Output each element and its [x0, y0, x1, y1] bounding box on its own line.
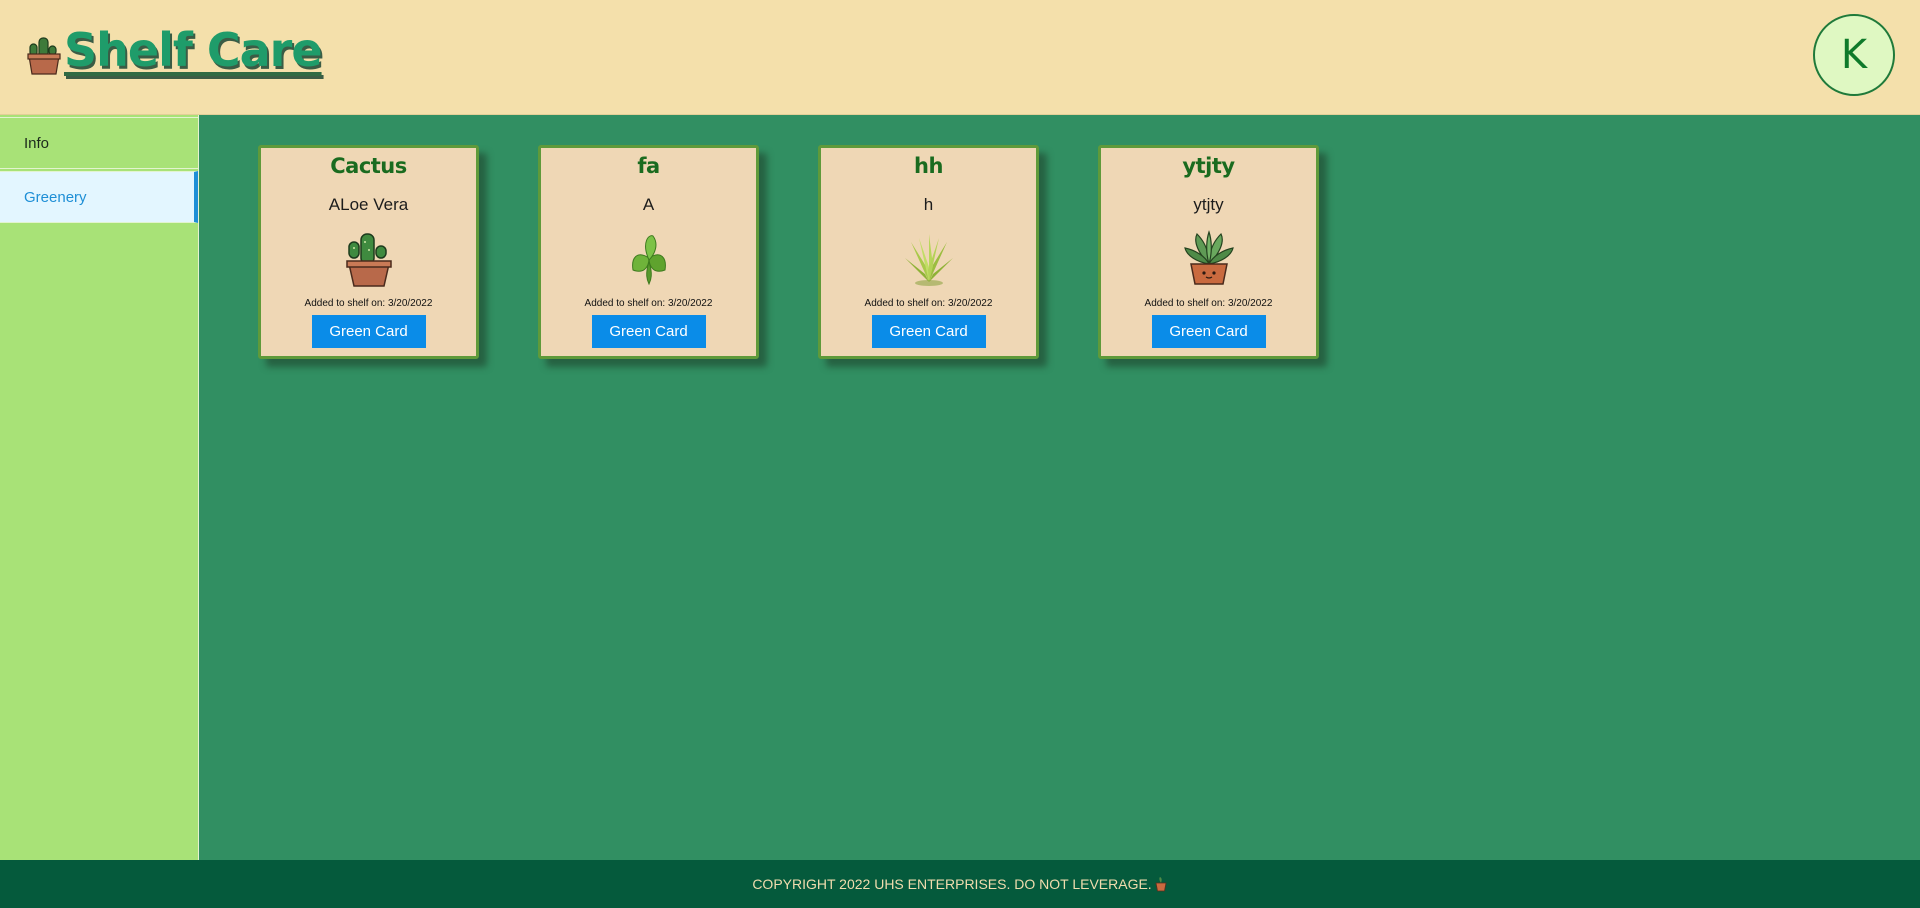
avatar-initial: K	[1840, 32, 1868, 78]
green-card-button[interactable]: Green Card	[1151, 315, 1266, 348]
plant-card: Cactus ALoe Vera Added to shelf on: 3/20…	[258, 145, 479, 359]
sidebar-item-label: Greenery	[24, 188, 87, 206]
footer: COPYRIGHT 2022 UHS ENTERPRISES. DO NOT L…	[0, 860, 1920, 908]
app-root: Shelf Care K Info Greenery Cactus ALoe V…	[0, 0, 1920, 908]
brand-link[interactable]: Shelf Care	[24, 23, 323, 77]
card-title: Cactus	[330, 154, 407, 178]
cactus-pot-icon	[27, 37, 61, 75]
green-card-button[interactable]: Green Card	[591, 315, 706, 348]
succulent-pot-icon	[1183, 230, 1234, 285]
card-title: ytjty	[1182, 154, 1235, 178]
card-date: Added to shelf on: 3/20/2022	[864, 298, 993, 309]
plant-card: ytjty ytjty Added to shelf on: 3/20/2022…	[1098, 145, 1319, 359]
basil-leaves-icon	[631, 235, 666, 286]
sidebar-item-greenery[interactable]: Greenery	[0, 171, 198, 223]
card-date: Added to shelf on: 3/20/2022	[1144, 298, 1273, 309]
header: Shelf Care K	[0, 0, 1920, 115]
avatar[interactable]: K	[1813, 14, 1895, 96]
plant-card: hh h Added to shelf on: 3/20/2022 Green …	[818, 145, 1039, 359]
green-card-button[interactable]: Green Card	[311, 315, 426, 348]
card-subtitle: A	[642, 195, 655, 214]
aloe-plant-icon	[904, 234, 953, 286]
card-subtitle: ytjty	[1193, 195, 1224, 214]
sidebar: Info Greenery	[0, 115, 199, 860]
pot-icon	[1155, 877, 1167, 892]
card-title: hh	[914, 154, 943, 178]
cactus-pot-icon	[345, 233, 392, 287]
sidebar-item-label: Info	[24, 134, 50, 152]
plant-card: fa A Added to shelf on: 3/20/2022 Green …	[538, 145, 759, 359]
app-title: Shelf Care	[64, 23, 323, 77]
sidebar-item-info[interactable]: Info	[0, 117, 198, 169]
card-date: Added to shelf on: 3/20/2022	[584, 298, 713, 309]
card-date: Added to shelf on: 3/20/2022	[304, 298, 433, 309]
footer-text: COPYRIGHT 2022 UHS ENTERPRISES. DO NOT L…	[752, 876, 1152, 892]
card-title: fa	[637, 154, 660, 178]
green-card-button[interactable]: Green Card	[871, 315, 986, 348]
card-subtitle: h	[923, 195, 934, 214]
card-subtitle: ALoe Vera	[328, 195, 409, 214]
